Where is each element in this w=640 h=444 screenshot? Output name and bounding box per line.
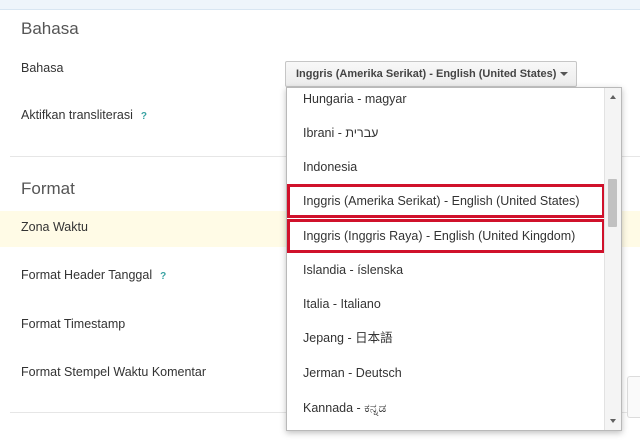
top-notice-bar	[0, 0, 640, 10]
language-option-selected[interactable]: Inggris (Amerika Serikat) - English (Uni…	[287, 184, 605, 218]
language-option[interactable]: Hungaria - magyar	[287, 88, 605, 116]
scroll-down-arrow-icon[interactable]	[610, 419, 616, 423]
date-header-help-icon[interactable]: ?	[160, 271, 166, 282]
transliteration-help-icon[interactable]: ?	[141, 111, 147, 122]
dropdown-scrollbar[interactable]	[604, 88, 621, 430]
language-option[interactable]: Italia - Italiano	[287, 287, 605, 321]
scroll-up-arrow-icon[interactable]	[610, 95, 616, 99]
chevron-down-icon	[560, 72, 568, 76]
language-dropdown-list[interactable]: Hungaria - magyar Ibrani - עברית Indones…	[286, 87, 622, 431]
format-section-title: Format	[21, 179, 75, 198]
timezone-label: Zona Waktu	[21, 220, 88, 234]
language-option[interactable]: Inggris (Inggris Raya) - English (United…	[287, 219, 605, 253]
transliteration-label: Aktifkan transliterasi?	[21, 108, 147, 122]
language-section-title: Bahasa	[21, 19, 79, 38]
date-header-format-label: Format Header Tanggal?	[21, 268, 166, 282]
language-option[interactable]: Jerman - Deutsch	[287, 356, 605, 390]
language-option[interactable]: Jepang - 日本語	[287, 321, 605, 355]
language-label: Bahasa	[21, 61, 64, 75]
timestamp-format-label: Format Timestamp	[21, 317, 126, 331]
language-option[interactable]: Ibrani - עברית	[287, 116, 605, 150]
transliteration-label-text: Aktifkan transliterasi	[21, 108, 133, 122]
language-option[interactable]: Indonesia	[287, 150, 605, 184]
date-header-format-label-text: Format Header Tanggal	[21, 268, 153, 282]
scrollbar-thumb[interactable]	[608, 179, 617, 227]
language-select-value: Inggris (Amerika Serikat) - English (Uni…	[296, 68, 557, 80]
language-option[interactable]: Islandia - íslenska	[287, 253, 605, 287]
language-option[interactable]: Kannada - ಕನ್ನಡ	[287, 391, 605, 425]
side-panel-tab[interactable]	[627, 376, 640, 418]
language-select[interactable]: Inggris (Amerika Serikat) - English (Uni…	[285, 61, 577, 87]
comment-timestamp-format-label: Format Stempel Waktu Komentar	[21, 365, 207, 379]
